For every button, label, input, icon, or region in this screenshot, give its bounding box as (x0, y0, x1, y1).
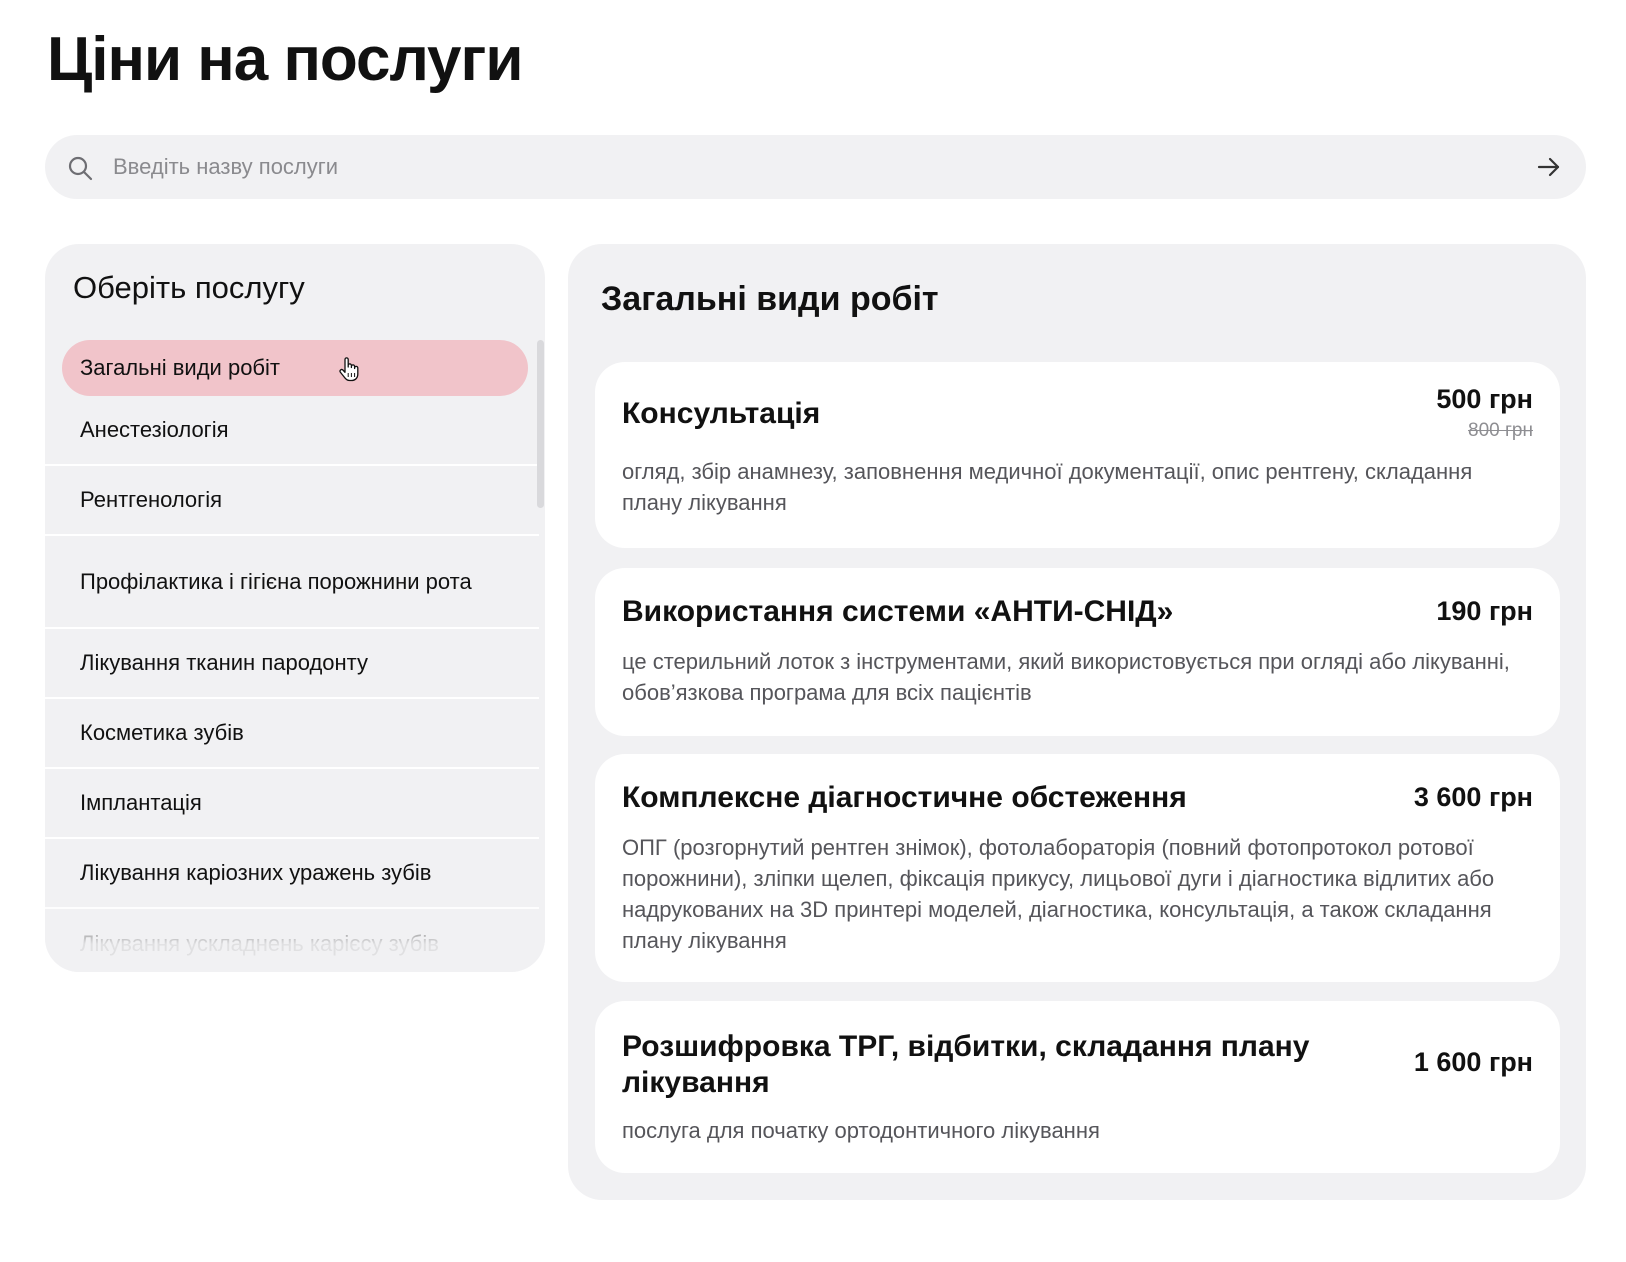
service-card: Консультація 500 грн 800 грн огляд, збір… (595, 362, 1560, 548)
sidebar-item-prophylaxis[interactable]: Профілактика і гігієна порожнини рота (45, 536, 539, 629)
sidebar-item-label: Косметика зубів (80, 720, 244, 745)
sidebar-scrollbar[interactable] (537, 340, 544, 508)
service-name: Консультація (622, 397, 821, 430)
sidebar-item-implantation[interactable]: Імплантація (45, 769, 539, 839)
sidebar-item-caries-complications[interactable]: Лікування ускладнень карієсу зубів (45, 909, 539, 972)
search-bar (45, 135, 1586, 199)
search-icon (68, 156, 93, 181)
sidebar-item-label: Рентгенологія (80, 487, 222, 512)
service-card: Розшифровка ТРГ, відбитки, складання пла… (595, 1001, 1560, 1173)
service-description: послуга для початку ортодонтичного лікув… (622, 1118, 1100, 1143)
sidebar-item-label: Лікування каріозних уражень зубів (80, 860, 432, 885)
category-list: Загальні види робіт Анестезіологія Рентг… (45, 340, 539, 972)
arrow-right-icon[interactable] (1536, 155, 1562, 179)
service-name: Комплексне діагностичне обстеження (622, 781, 1187, 814)
services-panel: Загальні види робіт Консультація 500 грн… (568, 244, 1586, 1200)
page-title: Ціни на послуги (47, 25, 523, 94)
sidebar-title: Оберіть послугу (73, 270, 305, 305)
sidebar-item-radiology[interactable]: Рентгенологія (45, 466, 539, 536)
hand-cursor-icon (339, 357, 359, 382)
service-category-sidebar: Оберіть послугу Загальні види робіт Анес… (45, 244, 545, 972)
service-card: Використання системи «АНТИ-СНІД» 190 грн… (595, 568, 1560, 736)
sidebar-item-periodontal[interactable]: Лікування тканин пародонту (45, 629, 539, 699)
sidebar-item-label: Анестезіологія (80, 417, 229, 442)
service-price: 190 грн (1436, 596, 1533, 626)
service-card: Комплексне діагностичне обстеження 3 600… (595, 754, 1560, 982)
sidebar-item-label: Імплантація (80, 790, 202, 815)
sidebar-item-caries[interactable]: Лікування каріозних уражень зубів (45, 839, 539, 909)
service-price: 3 600 грн (1413, 782, 1533, 812)
sidebar-item-label: Профілактика і гігієна порожнини рота (80, 568, 472, 594)
sidebar-item-label: Лікування тканин пародонту (80, 650, 368, 675)
service-old-price: 800 грн (1468, 420, 1533, 441)
service-price: 1 600 грн (1413, 1047, 1533, 1077)
sidebar-item-cosmetics[interactable]: Косметика зубів (45, 699, 539, 769)
sidebar-item-general[interactable]: Загальні види робіт (62, 340, 528, 396)
service-name: Використання системи «АНТИ-СНІД» (622, 595, 1174, 628)
service-description: ОПГ (розгорнутий рентген знімок), фотола… (622, 835, 1495, 953)
service-name: Розшифровка ТРГ, відбитки, складання пла… (622, 1030, 1310, 1099)
sidebar-item-label: Загальні види робіт (80, 355, 280, 380)
sidebar-item-anesthesiology[interactable]: Анестезіологія (45, 396, 539, 466)
sidebar-item-label: Лікування ускладнень карієсу зубів (80, 931, 439, 956)
service-price: 500 грн (1436, 384, 1533, 414)
search-input[interactable] (113, 135, 1513, 199)
section-title: Загальні види робіт (601, 280, 939, 318)
service-description: це стерильний лоток з інструментами, яки… (622, 649, 1510, 705)
service-description: огляд, збір анамнезу, заповнення медично… (622, 459, 1473, 515)
